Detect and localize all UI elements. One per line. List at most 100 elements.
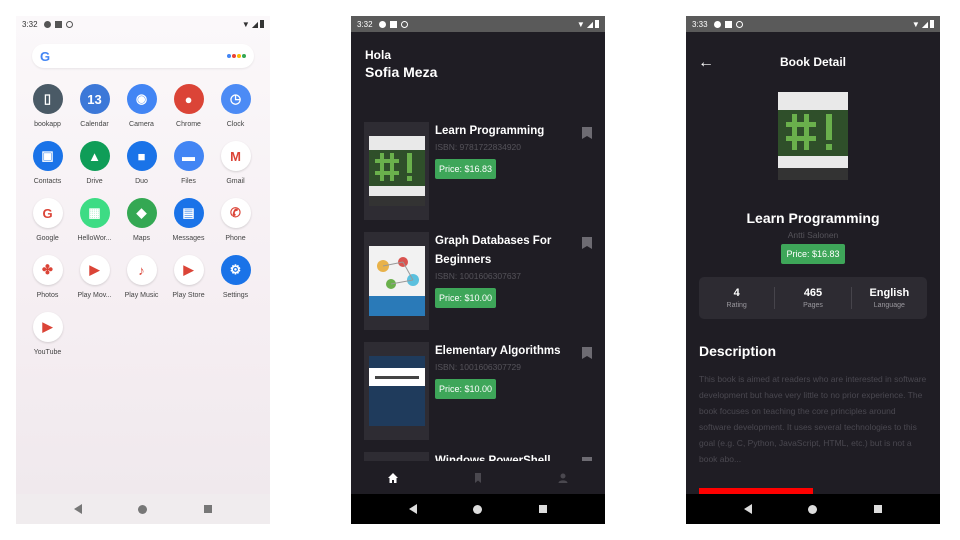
sync-status-icon bbox=[65, 20, 73, 28]
book-title: Elementary Algorithms bbox=[435, 345, 561, 357]
price-badge: Price: $10.00 bbox=[435, 288, 497, 308]
app-label: YouTube bbox=[33, 349, 62, 356]
book-card[interactable]: Graph Databases For Beginners ISBN: 10016… bbox=[364, 232, 595, 330]
stat-label: Pages bbox=[803, 302, 823, 309]
app-play-mov[interactable]: ▶ Play Mov... bbox=[71, 255, 118, 299]
bottom-tab-bar bbox=[351, 461, 605, 494]
chrome-icon: ● bbox=[173, 84, 204, 114]
app-files[interactable]: ▬ Files bbox=[165, 141, 212, 185]
google-search-bar[interactable]: G bbox=[32, 44, 254, 68]
stat-label: Language bbox=[873, 302, 905, 309]
status-bar: 3:33 ▼ ◢ bbox=[686, 16, 940, 32]
app-play-store[interactable]: ▶ Play Store bbox=[165, 255, 212, 299]
app-maps[interactable]: ◆ Maps bbox=[118, 198, 165, 242]
app-settings[interactable]: ⚙ Settings bbox=[212, 255, 259, 299]
battery-icon bbox=[930, 20, 934, 28]
book-card[interactable]: Elementary Algorithms ISBN: 1001606307729… bbox=[364, 342, 595, 440]
app-google[interactable]: G Google bbox=[24, 198, 71, 242]
back-arrow-icon[interactable]: ← bbox=[698, 54, 714, 72]
greeting-block: Hola Sofia Meza bbox=[351, 32, 605, 80]
google-icon: G bbox=[32, 198, 63, 228]
learn-programming-cover-icon bbox=[778, 92, 848, 180]
app-messages[interactable]: ▤ Messages bbox=[165, 198, 212, 242]
profile-tab-icon[interactable] bbox=[557, 472, 569, 484]
book-title: Learn Programming bbox=[746, 210, 880, 226]
description-text: This book is aimed at readers who are in… bbox=[699, 374, 927, 464]
recents-nav-icon[interactable] bbox=[538, 505, 547, 513]
clock-icon: ◷ bbox=[220, 84, 251, 114]
book-cover bbox=[778, 92, 848, 180]
app-label: Google bbox=[36, 235, 59, 242]
recents-nav-icon[interactable] bbox=[203, 505, 212, 513]
status-right: ▼ ◢ bbox=[242, 20, 264, 29]
book-author: Antti Salonen bbox=[787, 230, 839, 240]
book-cover bbox=[364, 232, 429, 330]
stat-value: 4 bbox=[733, 287, 740, 299]
app-gmail[interactable]: M Gmail bbox=[212, 141, 259, 185]
app-label: Phone bbox=[225, 235, 246, 242]
maps-icon: ◆ bbox=[126, 198, 157, 228]
system-nav-bar bbox=[351, 494, 605, 524]
contacts-icon: ▣ bbox=[32, 141, 63, 171]
app-photos[interactable]: ✤ Photos bbox=[24, 255, 71, 299]
sync-status-icon bbox=[400, 20, 408, 28]
youtube-icon: ▶ bbox=[32, 312, 63, 342]
bookmarks-tab-icon[interactable] bbox=[472, 472, 484, 484]
app-phone[interactable]: ✆ Phone bbox=[212, 198, 259, 242]
book-info: Elementary Algorithms ISBN: 1001606307729… bbox=[435, 342, 595, 440]
signal-icon: ◢ bbox=[251, 19, 258, 29]
wifi-icon: ▼ bbox=[911, 19, 920, 29]
app-label: Camera bbox=[129, 121, 154, 128]
header-title: Book Detail bbox=[779, 55, 846, 69]
status-right: ▼ ◢ bbox=[912, 20, 934, 29]
app-camera[interactable]: ◉ Camera bbox=[118, 84, 165, 128]
messages-icon: ▤ bbox=[173, 198, 204, 228]
status-bar: 3:32 ▼ ◢ bbox=[16, 16, 270, 32]
book-list-screen: 3:32 ▼ ◢ Hola Sofia Meza Learn Programmi… bbox=[351, 16, 605, 524]
app-calendar[interactable]: 13 Calendar bbox=[71, 84, 118, 128]
battery-icon bbox=[260, 20, 264, 28]
app-play-music[interactable]: ♪ Play Music bbox=[118, 255, 165, 299]
detail-header: ← Book Detail bbox=[686, 32, 940, 92]
wifi-icon: ▼ bbox=[241, 19, 250, 29]
back-nav-icon[interactable] bbox=[409, 504, 418, 514]
camera-icon: ◉ bbox=[126, 84, 157, 114]
price-badge: Price: $10.00 bbox=[435, 379, 497, 399]
book-title: Graph Databases For Beginners bbox=[435, 235, 552, 266]
back-nav-icon[interactable] bbox=[744, 504, 753, 514]
home-nav-icon[interactable] bbox=[808, 504, 818, 514]
book-card[interactable]: Learn Programming ISBN: 9781722834920 Pric… bbox=[364, 122, 595, 220]
app-drive[interactable]: ▲ Drive bbox=[71, 141, 118, 185]
book-info: Learn Programming ISBN: 9781722834920 Pric… bbox=[435, 122, 595, 220]
book-title: Learn Programming bbox=[435, 125, 545, 137]
home-nav-icon[interactable] bbox=[473, 504, 483, 514]
home-tab-icon[interactable] bbox=[387, 472, 399, 484]
back-nav-icon[interactable] bbox=[74, 504, 83, 514]
home-nav-icon[interactable] bbox=[138, 504, 148, 514]
book-info: Graph Databases For Beginners ISBN: 10016… bbox=[435, 232, 595, 330]
status-time: 3:32 bbox=[357, 19, 373, 29]
user-name: Sofia Meza bbox=[365, 64, 438, 80]
app-chrome[interactable]: ● Chrome bbox=[165, 84, 212, 128]
app-youtube[interactable]: ▶ YouTube bbox=[24, 312, 71, 356]
app-hellowor[interactable]: ▦ HelloWor... bbox=[71, 198, 118, 242]
app-clock[interactable]: ◷ Clock bbox=[212, 84, 259, 128]
app-bookapp[interactable]: ▯ bookapp bbox=[24, 84, 71, 128]
app-contacts[interactable]: ▣ Contacts bbox=[24, 141, 71, 185]
app-duo[interactable]: ■ Duo bbox=[118, 141, 165, 185]
recents-nav-icon[interactable] bbox=[873, 505, 882, 513]
sync-status-icon bbox=[735, 20, 743, 28]
calendar-icon: 13 bbox=[79, 84, 110, 114]
book-isbn: ISBN: 1001606307637 bbox=[435, 271, 522, 281]
app-label: Play Mov... bbox=[77, 292, 112, 299]
storage-status-icon bbox=[54, 20, 62, 28]
assistant-icon[interactable] bbox=[227, 54, 246, 58]
settings-status-icon bbox=[378, 20, 386, 28]
app-label: Files bbox=[181, 178, 196, 185]
wifi-icon: ▼ bbox=[576, 19, 585, 29]
price-badge: Price: $16.83 bbox=[435, 159, 497, 179]
launcher-screen: 3:32 ▼ ◢ G ▯ bookapp 13 Calendar ◉ Camera ● Chr… bbox=[16, 16, 270, 524]
app-label: Settings bbox=[222, 292, 249, 299]
app-label: bookapp bbox=[34, 121, 61, 128]
duo-icon: ■ bbox=[126, 141, 157, 171]
